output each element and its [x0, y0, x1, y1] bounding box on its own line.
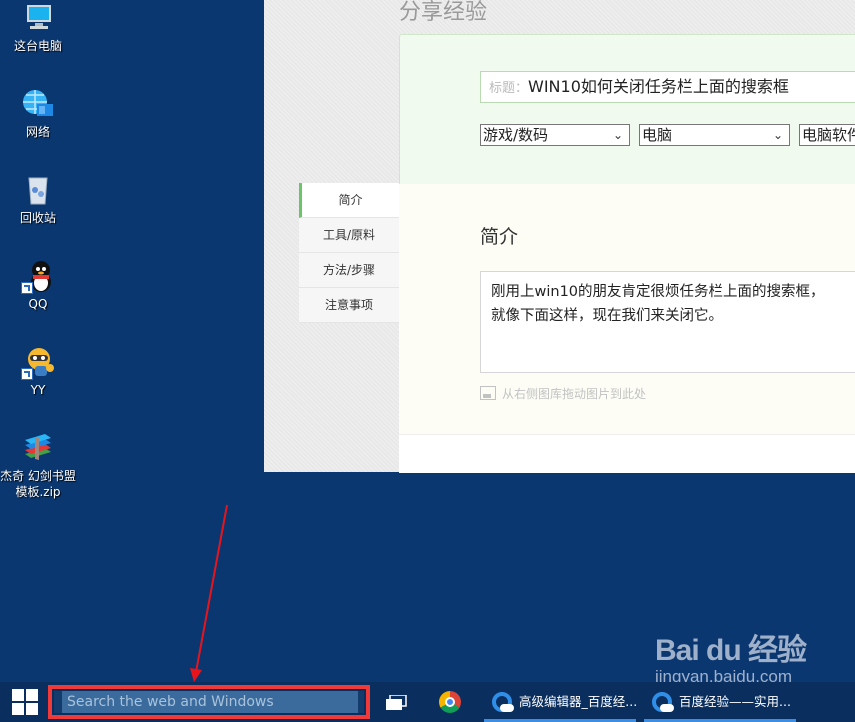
taskbar: Search the web and Windows 高级编辑器_百度经... …: [0, 682, 855, 722]
start-button[interactable]: [12, 689, 38, 715]
baidu-jingyan-watermark: Bai du 经验 jingyan.baidu.com: [655, 625, 807, 686]
chrome-icon[interactable]: [439, 691, 461, 713]
cloud-badge: [500, 704, 514, 712]
taskbar-window-jingyan[interactable]: 百度经验——实用...: [644, 682, 796, 722]
windows-logo-pane: [26, 689, 38, 701]
taskbar-window-label: 高级编辑器_百度经...: [519, 694, 636, 709]
taskbar-window-editor[interactable]: 高级编辑器_百度经...: [484, 682, 636, 722]
windows-logo-icon: [12, 689, 24, 701]
cloud-badge: [660, 704, 674, 712]
windows-logo-pane: [12, 703, 24, 715]
windows-logo-pane: [26, 703, 38, 715]
taskbar-window-label: 百度经验——实用...: [679, 694, 791, 709]
watermark-logo: Bai du 经验: [655, 634, 807, 667]
search-highlight-box: [48, 685, 370, 719]
annotation-arrow: [190, 504, 228, 682]
task-view-icon[interactable]: [385, 695, 407, 711]
